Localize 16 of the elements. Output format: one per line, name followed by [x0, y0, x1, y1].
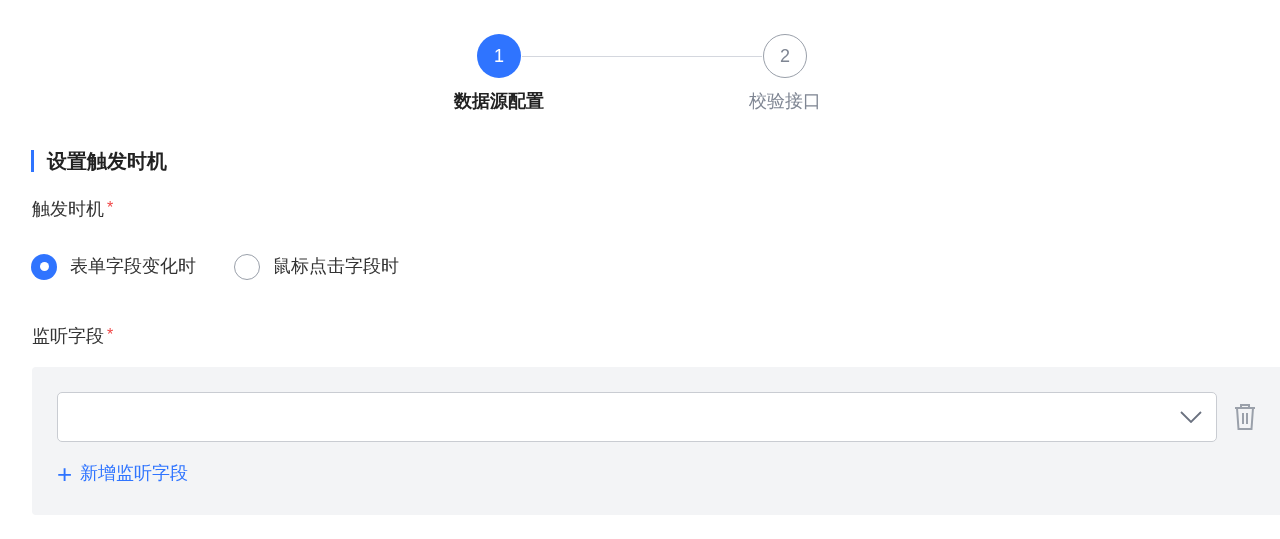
radio-option[interactable]: 鼠标点击字段时 [234, 253, 399, 280]
field-label: 触发时机 [32, 198, 104, 221]
required-mark: * [107, 198, 114, 218]
trash-icon[interactable] [1233, 403, 1257, 431]
section-accent-bar [31, 150, 34, 172]
radio-button[interactable] [234, 253, 260, 280]
select-field[interactable] [57, 392, 1217, 442]
radio-option[interactable]: 表单字段变化时 [31, 253, 196, 280]
radio-button[interactable] [31, 253, 57, 280]
step-label: 数据源配置 [454, 90, 544, 113]
step-label: 校验接口 [749, 90, 821, 113]
section-title: 设置触发时机 [47, 149, 167, 174]
required-mark: * [107, 325, 114, 345]
chevron-down-icon [1180, 411, 1202, 423]
add-field-link[interactable]: + 新增监听字段 [57, 460, 189, 487]
field-label: 监听字段 [32, 325, 104, 348]
